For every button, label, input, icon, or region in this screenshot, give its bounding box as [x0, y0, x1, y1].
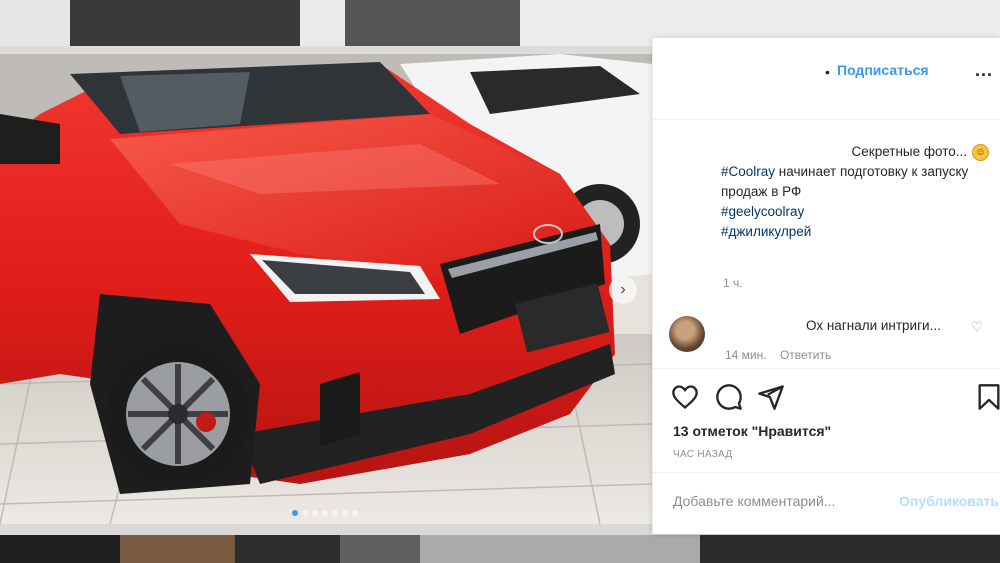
hashtag-link[interactable]: #Coolray [721, 164, 775, 179]
caption-first-line: Секретные фото... [851, 144, 967, 159]
carousel-next-button[interactable]: › [609, 276, 637, 304]
heart-icon[interactable] [671, 383, 699, 411]
chevron-right-icon: › [620, 281, 626, 298]
comment-like-heart-icon[interactable]: ♡ [971, 319, 983, 335]
caption-timestamp: 1 ч. [723, 276, 743, 290]
caption-body: #Coolray начинает подготовку к запуску п… [721, 162, 989, 202]
comment-meta: 14 мин. Ответить [725, 348, 831, 362]
carousel-dot [342, 510, 348, 516]
bookmark-icon[interactable] [975, 383, 1000, 411]
comment-bubble-icon[interactable] [715, 383, 743, 411]
post-header: • Подписаться ... [653, 38, 1000, 120]
post-actions: 13 отметок "Нравится" ЧАС НАЗАД [653, 368, 1000, 460]
carousel-dot [302, 510, 308, 516]
carousel-dot [292, 510, 298, 516]
separator-dot: • [825, 64, 830, 80]
carousel-dot [332, 510, 338, 516]
comment-timestamp: 14 мин. [725, 348, 767, 362]
comment-input[interactable] [673, 493, 873, 509]
publish-button[interactable]: Опубликовать [899, 493, 999, 509]
post-sidebar: • Подписаться ... Секретные фото... ☺ #C… [652, 38, 1000, 534]
carousel-indicator [292, 510, 358, 518]
post-image[interactable] [0, 54, 652, 524]
carousel-dot [352, 510, 358, 516]
hashtag-link[interactable]: #джиликулрей [721, 222, 989, 242]
carousel-dot [312, 510, 318, 516]
paper-plane-icon[interactable] [757, 383, 785, 411]
post-timestamp: ЧАС НАЗАД [673, 449, 733, 460]
post-caption: Секретные фото... ☺ #Coolray начинает по… [721, 142, 989, 242]
add-comment-bar: Опубликовать [653, 472, 1000, 528]
reply-button[interactable]: Ответить [780, 348, 831, 362]
follow-button[interactable]: Подписаться [837, 62, 929, 78]
more-options-icon[interactable]: ... [975, 60, 993, 81]
carousel-dot [322, 510, 328, 516]
commenter-avatar[interactable] [669, 316, 705, 352]
comment-text: Ох нагнали интриги... [806, 318, 941, 333]
hashtag-link[interactable]: #geelycoolray [721, 202, 989, 222]
grinning-face-icon: ☺ [972, 144, 989, 161]
feed-thumbnails-bottom [0, 535, 1000, 563]
likes-count[interactable]: 13 отметок "Нравится" [673, 423, 831, 439]
car-photo [0, 54, 652, 524]
